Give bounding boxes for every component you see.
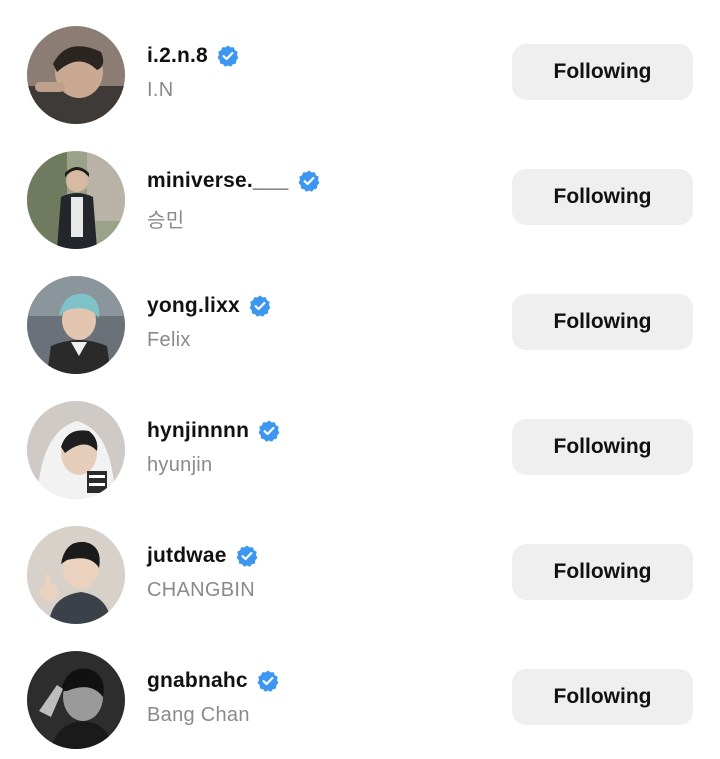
username[interactable]: yong.lixx	[147, 294, 240, 318]
avatar[interactable]	[27, 526, 125, 624]
avatar[interactable]	[27, 401, 125, 499]
account-row[interactable]: jutdwae CHANGBIN Following	[0, 524, 720, 634]
following-button[interactable]: Following	[512, 169, 693, 225]
following-list: i.2.n.8 I.N Following miniverse.___ 승민 F…	[0, 0, 720, 759]
full-name: Bang Chan	[147, 704, 250, 726]
verified-badge-icon	[216, 44, 240, 68]
username-line: yong.lixx	[147, 292, 272, 320]
username-line: miniverse.___	[147, 167, 321, 195]
username[interactable]: hynjinnnn	[147, 419, 249, 443]
full-name: hyunjin	[147, 454, 213, 476]
account-row[interactable]: yong.lixx Felix Following	[0, 274, 720, 384]
following-button[interactable]: Following	[512, 294, 693, 350]
verified-badge-icon	[235, 544, 259, 568]
account-row[interactable]: i.2.n.8 I.N Following	[0, 24, 720, 134]
username-line: jutdwae	[147, 542, 259, 570]
verified-badge-icon	[256, 669, 280, 693]
avatar[interactable]	[27, 26, 125, 124]
avatar[interactable]	[27, 276, 125, 374]
verified-badge-icon	[297, 169, 321, 193]
following-button[interactable]: Following	[512, 544, 693, 600]
username[interactable]: gnabnahc	[147, 669, 248, 693]
following-button[interactable]: Following	[512, 44, 693, 100]
username[interactable]: jutdwae	[147, 544, 227, 568]
username[interactable]: miniverse.___	[147, 169, 289, 193]
verified-badge-icon	[257, 419, 281, 443]
username[interactable]: i.2.n.8	[147, 44, 208, 68]
full-name: I.N	[147, 79, 174, 101]
account-row[interactable]: hynjinnnn hyunjin Following	[0, 399, 720, 509]
verified-badge-icon	[248, 294, 272, 318]
avatar[interactable]	[27, 151, 125, 249]
username-line: gnabnahc	[147, 667, 280, 695]
following-button[interactable]: Following	[512, 669, 693, 725]
username-line: hynjinnnn	[147, 417, 281, 445]
account-row[interactable]: gnabnahc Bang Chan Following	[0, 649, 720, 759]
full-name: CHANGBIN	[147, 579, 255, 601]
full-name: Felix	[147, 329, 191, 351]
full-name: 승민	[147, 210, 185, 232]
avatar[interactable]	[27, 651, 125, 749]
username-line: i.2.n.8	[147, 42, 240, 70]
following-button[interactable]: Following	[512, 419, 693, 475]
account-row[interactable]: miniverse.___ 승민 Following	[0, 149, 720, 259]
